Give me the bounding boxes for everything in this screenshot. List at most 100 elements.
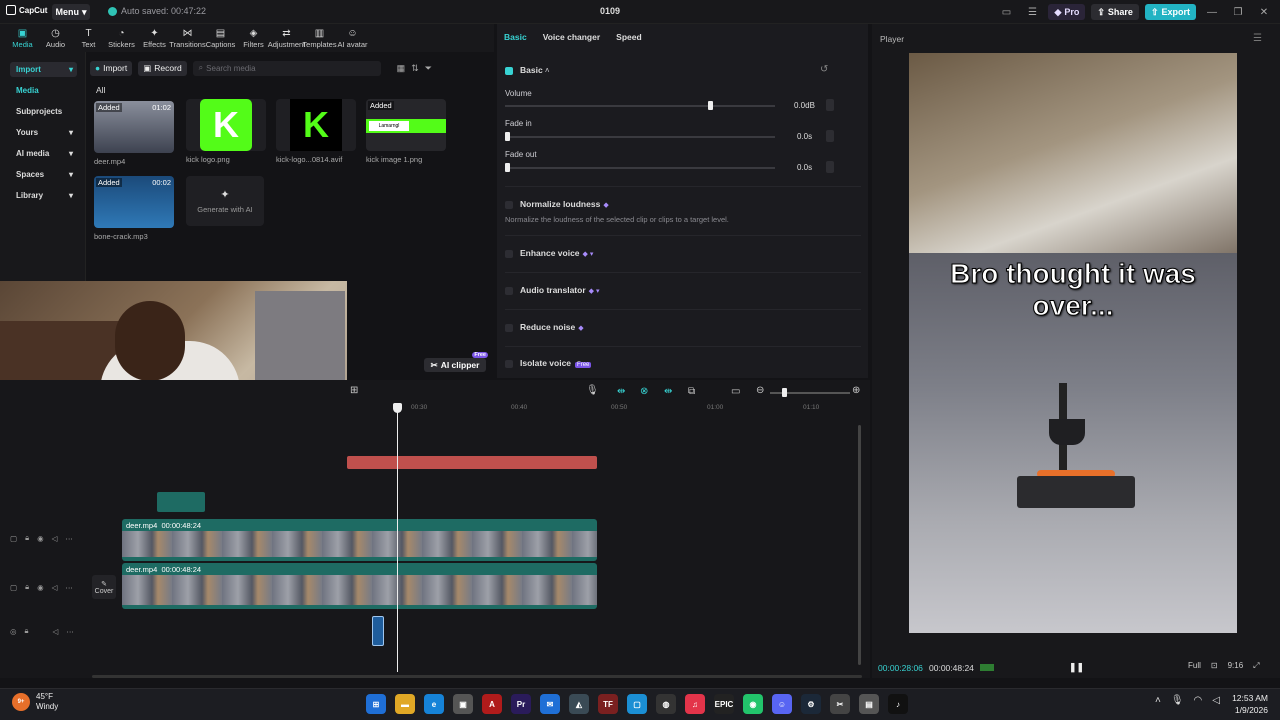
volume-icon[interactable]: ◁ <box>52 534 58 543</box>
media-item-deer[interactable]: Added 01:02 deer.mp4 <box>94 101 174 166</box>
translator-checkbox[interactable] <box>505 286 513 295</box>
volume-knob[interactable] <box>707 101 713 110</box>
crop-icon[interactable]: ⊡ <box>1211 661 1218 671</box>
windows-start-icon[interactable]: ⊞ <box>366 694 386 714</box>
capcut-icon[interactable]: ✂ <box>830 694 850 714</box>
outlook-icon[interactable]: ✉ <box>540 694 560 714</box>
fade-out-knob[interactable] <box>505 163 510 172</box>
fade-in-value[interactable]: 0.0s <box>797 132 812 141</box>
epic-games-icon[interactable]: EPIC <box>714 694 734 714</box>
tool-text[interactable]: T Text <box>72 24 105 52</box>
fade-out-slider[interactable] <box>505 163 775 172</box>
tool-effects[interactable]: ✦ Effects <box>138 24 171 52</box>
tab-basic[interactable]: Basic <box>504 32 527 42</box>
basic-section-header[interactable]: Basic ˄ <box>505 65 550 75</box>
magnet-icon[interactable]: ⊗ <box>640 386 648 397</box>
enhance-checkbox[interactable] <box>505 249 513 258</box>
sort-icon[interactable]: ⇅ <box>411 63 419 74</box>
volume-slider[interactable] <box>505 101 775 110</box>
volume-icon[interactable]: ◁ <box>53 627 59 636</box>
volume-stepper[interactable] <box>826 99 834 111</box>
app-icon[interactable]: ▤ <box>859 694 879 714</box>
chevron-up-icon[interactable]: ˄ <box>1155 695 1161 706</box>
app-icon[interactable]: ▣ <box>453 694 473 714</box>
vertical-scrollbar[interactable] <box>858 425 861 665</box>
track-select-icon[interactable]: ◎ <box>10 627 17 636</box>
reduce-noise-row[interactable]: Reduce noise ◆ <box>505 322 584 332</box>
track-select-icon[interactable]: ▢ <box>10 583 17 592</box>
tool-templates[interactable]: ▥ Templates <box>302 24 336 52</box>
fade-out-stepper[interactable] <box>826 161 834 173</box>
record-button[interactable]: ▣ Record <box>138 60 187 76</box>
weather-widget[interactable]: 9+ 45°F Windy <box>12 692 58 712</box>
tool-ai-avatar[interactable]: ☺ AI avatar <box>336 24 369 52</box>
close-icon[interactable]: ✕ <box>1254 7 1274 18</box>
menu-icon[interactable]: ☰ <box>1253 33 1262 44</box>
app-icon[interactable]: TF <box>598 694 618 714</box>
kick-image-clip[interactable] <box>157 492 205 512</box>
fade-in-stepper[interactable] <box>826 130 834 142</box>
premiere-icon[interactable]: Pr <box>511 694 531 714</box>
app-icon[interactable]: ◍ <box>656 694 676 714</box>
sidebar-item-library[interactable]: Library ▾ <box>10 188 77 203</box>
zoom-knob[interactable] <box>782 388 787 397</box>
zoom-out-icon[interactable]: ⊖ <box>756 385 764 396</box>
zoom-in-icon[interactable]: ⊕ <box>852 385 860 396</box>
eye-icon[interactable]: ◉ <box>37 534 44 543</box>
lock-icon[interactable]: 🔒︎ <box>25 533 29 543</box>
isolate-checkbox[interactable] <box>505 359 513 368</box>
volume-value[interactable]: 0.0dB <box>794 101 815 110</box>
microphone-icon[interactable]: 🎙 <box>586 385 599 396</box>
tool-captions[interactable]: ▤ Captions <box>204 24 237 52</box>
edge-icon[interactable]: e <box>424 694 444 714</box>
sidebar-item-spaces[interactable]: Spaces ▾ <box>10 167 77 182</box>
more-icon[interactable]: ⋯ <box>65 583 73 592</box>
share-button[interactable]: ⇪ Share <box>1091 4 1139 20</box>
tool-adjustment[interactable]: ⇄ Adjustment <box>268 24 306 52</box>
music-icon[interactable]: ♫ <box>685 694 705 714</box>
timeline-ruler[interactable]: 00:30 00:40 00:50 01:00 01:10 <box>347 404 862 416</box>
sidebar-item-yours[interactable]: Yours ▾ <box>10 125 77 140</box>
volume-icon[interactable]: ◁ <box>52 583 58 592</box>
microphone-icon[interactable]: 🎙︎ <box>1171 695 1184 706</box>
discord-icon[interactable]: ☺ <box>772 694 792 714</box>
tab-speed[interactable]: Speed <box>616 32 642 42</box>
ratio-button[interactable]: 9:16 <box>1228 661 1244 671</box>
menu-button[interactable]: Menu ▾ <box>52 4 90 20</box>
timeline-tool-icon[interactable]: ⊞ <box>350 385 358 396</box>
fade-in-slider[interactable] <box>505 132 775 141</box>
horizontal-scrollbar[interactable] <box>92 675 862 678</box>
normalize-checkbox[interactable] <box>505 200 513 209</box>
minimize-icon[interactable]: — <box>1202 7 1222 18</box>
reset-icon[interactable]: ↺ <box>820 64 828 75</box>
tool-filters[interactable]: ◈ Filters <box>237 24 270 52</box>
tool-audio[interactable]: ◷ Audio <box>39 24 72 52</box>
filter-icon[interactable]: ⏷ <box>425 63 432 74</box>
volume-icon[interactable]: ◁ <box>1212 695 1220 706</box>
tab-voice-changer[interactable]: Voice changer <box>543 32 600 42</box>
more-icon[interactable]: ⋯ <box>65 534 73 543</box>
export-button[interactable]: ⇧ Export <box>1144 4 1196 20</box>
video-preview[interactable]: Bro thought it was over... <box>909 53 1237 633</box>
snap-icon[interactable]: ⇹ <box>664 386 672 397</box>
full-quality-button[interactable]: Full <box>1188 661 1201 671</box>
system-clock[interactable]: 12:53 AM 1/9/2026 <box>1220 692 1268 716</box>
app-icon[interactable]: ▢ <box>627 694 647 714</box>
grid-view-icon[interactable]: ▦ <box>397 63 406 74</box>
media-item-kick-logo[interactable]: K kick logo.png <box>186 99 266 164</box>
eye-icon[interactable]: ◉ <box>37 583 44 592</box>
search-input[interactable]: ⌕ Search media <box>192 60 381 76</box>
tool-transitions[interactable]: ⋈ Transitions <box>169 24 205 52</box>
basic-checkbox[interactable] <box>505 66 513 75</box>
enhance-voice-row[interactable]: Enhance voice ◆ ▾ <box>505 248 593 258</box>
reduce-noise-checkbox[interactable] <box>505 323 513 332</box>
steam-icon[interactable]: ⚙ <box>801 694 821 714</box>
fullscreen-icon[interactable]: ⤢ <box>1253 661 1259 671</box>
fade-in-knob[interactable] <box>505 132 510 141</box>
normalize-loudness-row[interactable]: Normalize loudness ◆ <box>505 199 609 209</box>
app-icon[interactable]: ◉ <box>743 694 763 714</box>
preview-axis-icon[interactable]: ⧉ <box>688 386 695 397</box>
more-icon[interactable]: ⋯ <box>66 627 74 636</box>
tool-stickers[interactable]: ◔ Stickers <box>105 24 138 52</box>
bone-crack-audio-clip[interactable] <box>372 616 384 646</box>
